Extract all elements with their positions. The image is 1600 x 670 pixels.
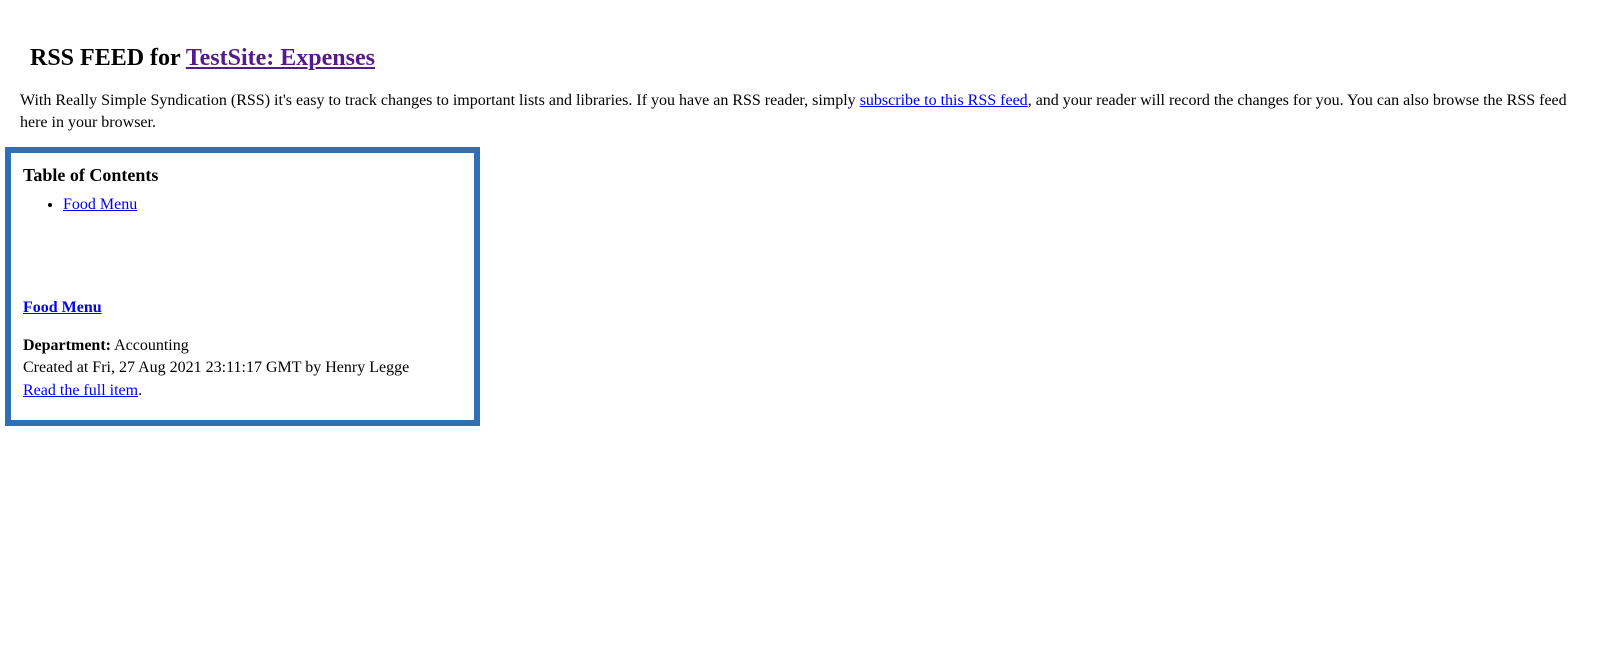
page-title: RSS FEED for TestSite: Expenses: [30, 45, 1580, 72]
item-details: Department: Accounting Created at Fri, 2…: [23, 335, 462, 402]
subscribe-link[interactable]: subscribe to this RSS feed: [860, 92, 1028, 109]
toc-item-link[interactable]: Food Menu: [63, 196, 137, 213]
description-paragraph: With Really Simple Syndication (RSS) it'…: [20, 90, 1580, 135]
description-part1: With Really Simple Syndication (RSS) it'…: [20, 92, 860, 109]
page-title-prefix: RSS FEED for: [30, 45, 186, 71]
item-title: Food Menu: [23, 299, 462, 317]
created-line: Created at Fri, 27 Aug 2021 23:11:17 GMT…: [23, 359, 409, 376]
toc-list: Food Menu: [23, 196, 462, 214]
toc-title: Table of Contents: [23, 165, 462, 186]
department-label: Department:: [23, 337, 111, 354]
read-full-link[interactable]: Read the full item: [23, 382, 138, 399]
site-link[interactable]: TestSite: Expenses: [186, 45, 375, 71]
period: .: [138, 382, 142, 399]
department-value: Accounting: [111, 337, 189, 354]
item-title-link[interactable]: Food Menu: [23, 299, 102, 316]
highlight-box: Table of Contents Food Menu Food Menu De…: [5, 147, 480, 426]
toc-item: Food Menu: [63, 196, 462, 214]
